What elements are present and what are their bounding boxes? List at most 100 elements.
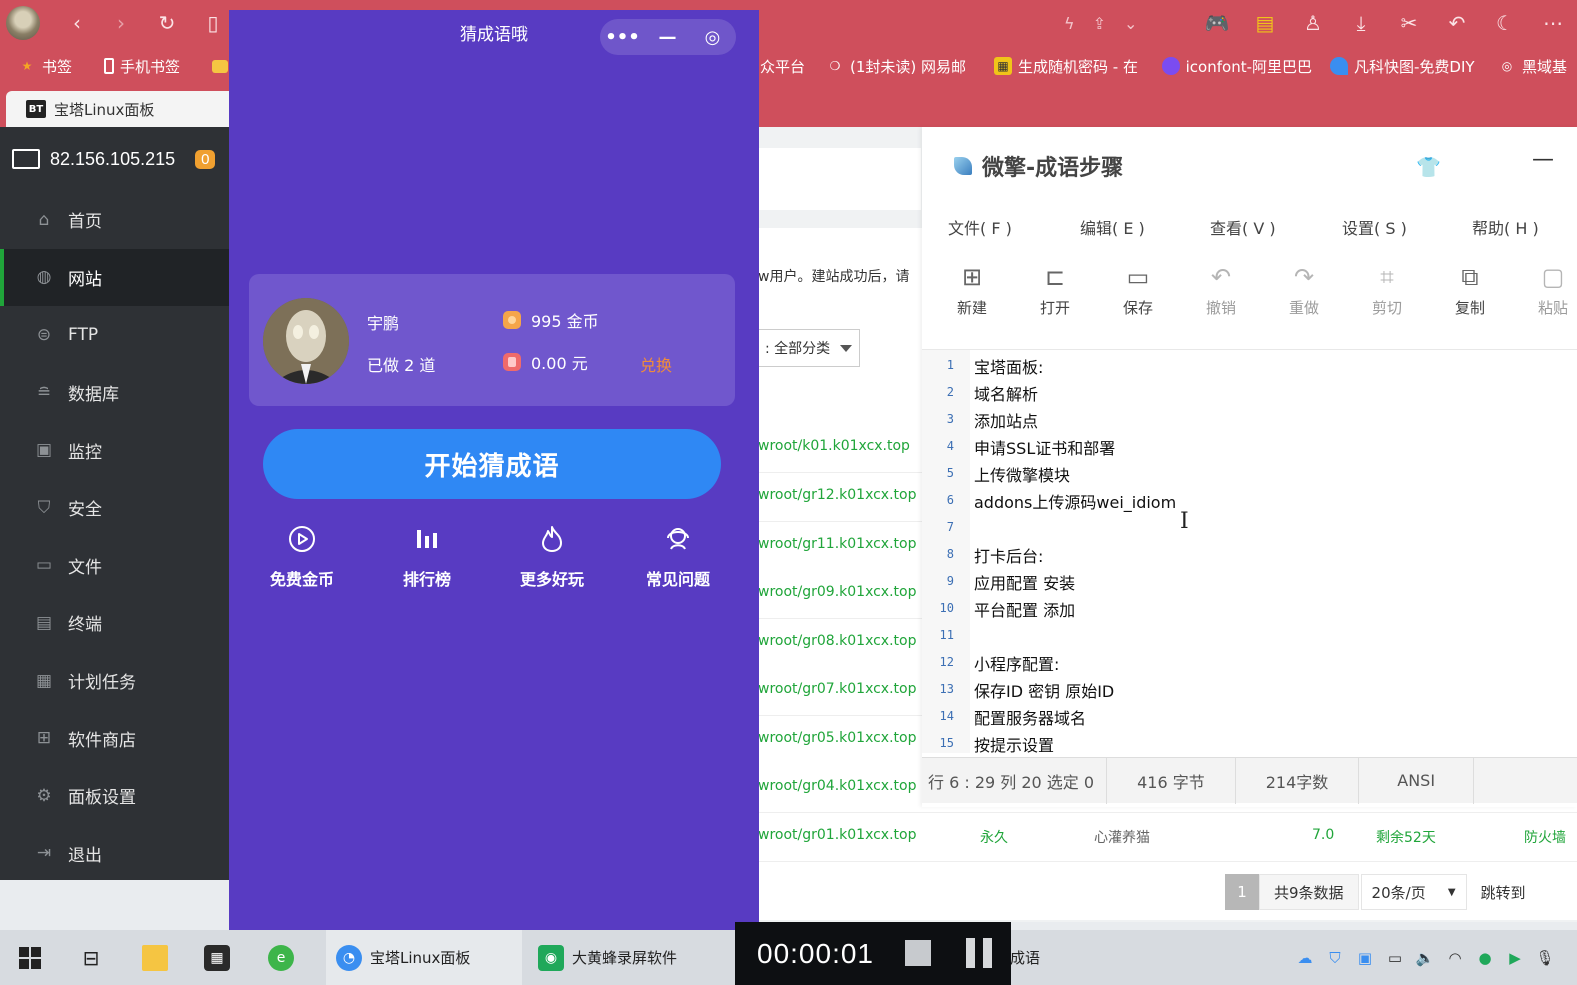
editor-line[interactable]: 12 小程序配置: <box>922 647 1577 674</box>
undo-button[interactable]: ↶ 撤销 <box>1191 263 1251 333</box>
app-tray-icon[interactable]: ▣ <box>1354 947 1376 969</box>
cut-button[interactable]: ⌗ 剪切 <box>1357 263 1417 333</box>
extension-icon[interactable]: ♙ <box>1289 0 1337 45</box>
sidebar-item-security[interactable]: ⛉ 安全 <box>0 479 230 537</box>
site-php-version[interactable]: 7.0 <box>1312 827 1334 843</box>
browser-e-button[interactable]: e <box>268 930 294 985</box>
wifi-icon[interactable]: ◠ <box>1444 947 1466 969</box>
taskbar-item-idiom[interactable]: 成语 <box>1010 930 1040 985</box>
tab-bt-panel[interactable]: BT 宝塔Linux面板 <box>6 91 246 127</box>
editor-line[interactable]: 4 申请SSL证书和部署 <box>922 431 1577 458</box>
editor-line[interactable]: 7 <box>922 512 1577 539</box>
sidebar-item-files[interactable]: ▭ 文件 <box>0 537 230 595</box>
page-current[interactable]: 1 <box>1225 874 1259 910</box>
mic-icon[interactable]: 🎙 <box>1534 947 1556 969</box>
editor-line[interactable]: 13 保存ID 密钥 原始ID <box>922 674 1577 701</box>
site-path-link[interactable]: wroot/gr08.k01xcx.top <box>758 633 916 649</box>
undo-close-icon[interactable]: ↶ <box>1433 0 1481 45</box>
sidebar-item-ftp[interactable]: ⊜ FTP <box>0 306 230 364</box>
sidebar-item-terminal[interactable]: ▤ 终端 <box>0 594 230 652</box>
editor-line[interactable]: 2 域名解析 <box>922 377 1577 404</box>
game-icon[interactable]: 🎮 <box>1193 0 1241 45</box>
back-icon[interactable]: ‹ <box>62 8 92 38</box>
save-button[interactable]: ▭ 保存 <box>1108 263 1168 333</box>
pause-icon[interactable] <box>966 938 994 968</box>
menu-settings[interactable]: 设置( S ) <box>1342 215 1407 239</box>
site-path-link[interactable]: wroot/gr04.k01xcx.top <box>758 778 916 794</box>
sidebar-item-database[interactable]: ≘ 数据库 <box>0 364 230 422</box>
download-icon[interactable]: ⤓ <box>1337 0 1385 45</box>
cloud-icon[interactable]: ☁ <box>1294 947 1316 969</box>
play-tray-icon[interactable]: ▶ <box>1504 947 1526 969</box>
sidebar-item-website[interactable]: ◍ 网站 <box>0 248 230 307</box>
editor-line[interactable]: 5 上传微擎模块 <box>922 458 1577 485</box>
site-expire[interactable]: 永久 <box>980 827 1008 847</box>
bookmark-item[interactable]: ◎ 黑域基 <box>1498 45 1577 87</box>
wechat-icon[interactable]: ● <box>1474 947 1496 969</box>
exchange-link[interactable]: 兑换 <box>640 352 672 376</box>
forward-icon[interactable]: › <box>106 8 136 38</box>
minimize-icon[interactable]: — <box>645 27 690 48</box>
bookmark-item[interactable]: 众平台 <box>760 45 818 87</box>
site-path-link[interactable]: wroot/gr01.k01xcx.top <box>758 827 916 843</box>
close-target-icon[interactable]: ◎ <box>690 27 735 48</box>
scissors-icon[interactable]: ✂ <box>1385 0 1433 45</box>
night-mode-icon[interactable]: ☾ <box>1481 0 1529 45</box>
category-select[interactable]: : 全部分类 <box>758 329 860 367</box>
site-path-link[interactable]: wroot/gr12.k01xcx.top <box>758 487 916 503</box>
editor-line[interactable]: 6 addons上传源码wei_idiom <box>922 485 1577 512</box>
bookmark-item[interactable]: 手机书签 <box>104 45 204 87</box>
leaderboard-entry[interactable]: 排行榜 <box>382 524 472 594</box>
page-size-select[interactable]: 20条/页 ▼ <box>1360 874 1467 910</box>
sidebar-item-settings[interactable]: ⚙ 面板设置 <box>0 767 230 825</box>
bookmark-item[interactable]: ❍ (1封未读) 网易邮 <box>826 45 976 87</box>
editor-line[interactable]: 9 应用配置 安装 <box>922 566 1577 593</box>
menu-help[interactable]: 帮助( H ) <box>1472 215 1539 239</box>
bookmark-item[interactable]: 凡科快图-免费DIY <box>1330 45 1488 87</box>
bookmark-item[interactable]: ▦ 生成随机密码 - 在 <box>994 45 1144 87</box>
task-view-button[interactable]: ⊟ <box>78 930 104 985</box>
battery-icon[interactable]: ▭ <box>1384 947 1406 969</box>
stop-icon[interactable] <box>905 940 931 966</box>
menu-edit[interactable]: 编辑( E ) <box>1080 215 1145 239</box>
site-path-link[interactable]: wroot/gr11.k01xcx.top <box>758 536 916 552</box>
start-game-button[interactable]: 开始猜成语 <box>263 429 721 499</box>
notification-badge[interactable]: 0 <box>195 149 216 169</box>
encoding[interactable]: ANSI <box>1359 757 1475 804</box>
redo-button[interactable]: ↷ 重做 <box>1274 263 1334 333</box>
skin-icon[interactable]: 👕 <box>1416 155 1441 179</box>
editor-line[interactable]: 8 打卡后台: <box>922 539 1577 566</box>
copy-button[interactable]: ⧉ 复制 <box>1440 263 1500 333</box>
menu-file[interactable]: 文件( F ) <box>948 215 1012 239</box>
editor-line[interactable]: 10 平台配置 添加 <box>922 593 1577 620</box>
taskbar-item-bt-panel[interactable]: ◔ 宝塔Linux面板 <box>326 930 522 985</box>
sidebar-item-monitor[interactable]: ▣ 监控 <box>0 421 230 479</box>
volume-icon[interactable]: 🔈 <box>1414 947 1436 969</box>
menu-view[interactable]: 查看( V ) <box>1210 215 1276 239</box>
editor-text-area[interactable]: 1 宝塔面板: 2 域名解析 3 添加站点 4 申请SSL证书和部署 5 上传微擎模块 6… <box>922 349 1577 753</box>
site-ssl-status[interactable]: 剩余52天 <box>1376 827 1436 847</box>
store-button[interactable]: ▦ <box>204 930 230 985</box>
sidebar-item-cron[interactable]: ▦ 计划任务 <box>0 652 230 710</box>
lightning-icon[interactable]: ϟ <box>1064 14 1075 33</box>
share-icon[interactable]: ⇪ <box>1093 14 1106 33</box>
site-remark[interactable]: 心灌养猫 <box>1094 827 1150 847</box>
bookmark-item[interactable]: ★ 书签 <box>18 45 88 87</box>
paste-button[interactable]: ▢ 粘贴 <box>1523 263 1577 333</box>
avatar[interactable] <box>263 298 349 384</box>
sidebar-item-logout[interactable]: ⇥ 退出 <box>0 825 230 883</box>
open-button[interactable]: ⊏ 打开 <box>1025 263 1085 333</box>
editor-line[interactable]: 15 按提示设置 <box>922 728 1577 753</box>
menu-more-icon[interactable]: ⋯ <box>1529 0 1577 45</box>
refresh-icon[interactable]: ↻ <box>152 8 182 38</box>
minimize-icon[interactable]: — <box>1528 147 1558 177</box>
file-explorer-button[interactable] <box>142 930 168 985</box>
start-button[interactable] <box>18 930 42 985</box>
sidebar-item-home[interactable]: ⌂ 首页 <box>0 191 230 249</box>
site-path-link[interactable]: wroot/gr09.k01xcx.top <box>758 584 916 600</box>
site-firewall-link[interactable]: 防火墙 <box>1524 827 1566 847</box>
new-button[interactable]: ⊞ 新建 <box>942 263 1002 333</box>
editor-line[interactable]: 14 配置服务器域名 <box>922 701 1577 728</box>
free-coins-entry[interactable]: 免费金币 <box>257 524 347 594</box>
editor-line[interactable]: 11 <box>922 620 1577 647</box>
